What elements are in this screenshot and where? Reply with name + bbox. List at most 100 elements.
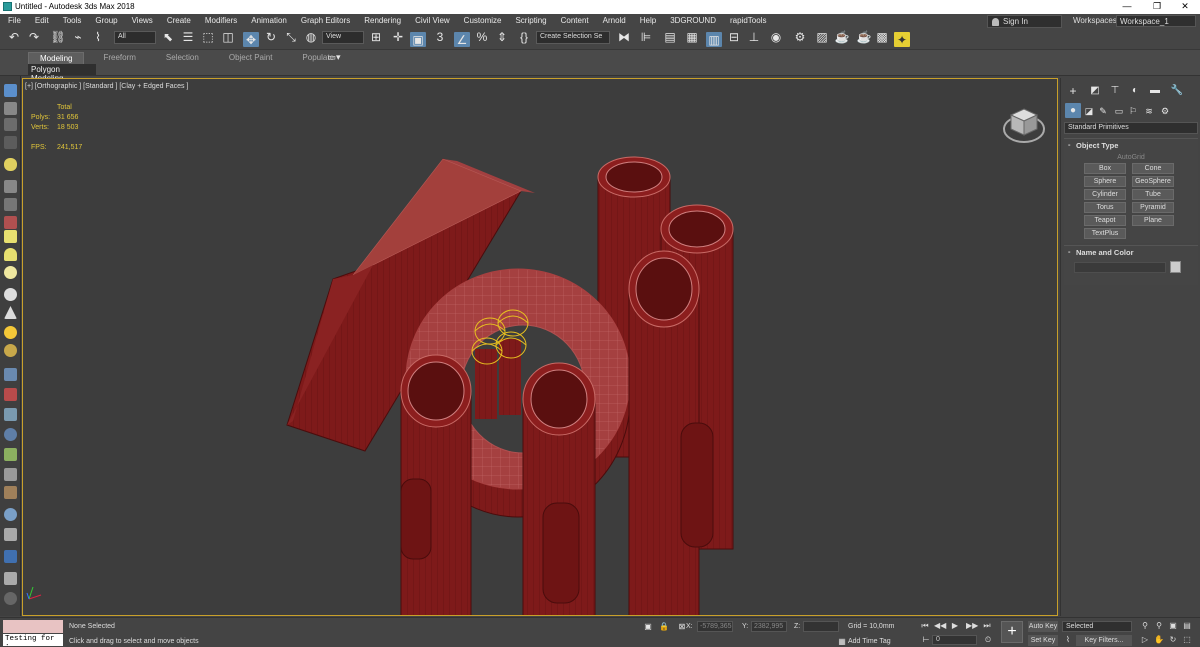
torus-icon[interactable] [4, 288, 17, 301]
ribbon-options-icon[interactable]: ▭▾ [326, 50, 342, 64]
layer-explorer-icon[interactable]: ▦ [684, 30, 700, 44]
menu-arnold[interactable]: Arnold [595, 14, 632, 25]
menu-help[interactable]: Help [632, 14, 662, 25]
motion-tab-icon[interactable]: ◐ [1127, 84, 1143, 98]
extra-tool-button[interactable]: ✦ [894, 32, 910, 47]
bind-spacewarp-icon[interactable]: ⌇ [90, 30, 106, 44]
render-setup-icon[interactable]: ⚙ [792, 30, 808, 44]
material-editor-icon[interactable]: ◉ [768, 30, 784, 44]
autogrid-checkbox[interactable]: AutoGrid [1064, 154, 1198, 161]
next-frame-icon[interactable]: ▶▶ [966, 621, 978, 631]
menu-create[interactable]: Create [159, 14, 197, 25]
snaps-toggle-icon[interactable]: 3 [432, 30, 448, 44]
spacewarps-icon[interactable]: ≋ [1141, 104, 1157, 118]
auto-key-button[interactable]: Auto Key [1028, 621, 1058, 632]
terrain-icon[interactable] [4, 486, 17, 499]
zoom-extents-all-icon[interactable]: ▤ [1182, 621, 1192, 631]
trash-icon[interactable] [4, 572, 17, 585]
named-selection-dropdown[interactable]: Create Selection Se [536, 31, 610, 44]
cylinder-button[interactable]: Cylinder [1084, 189, 1126, 200]
goto-start-icon[interactable]: ⏮ [920, 621, 930, 631]
minimize-button[interactable]: — [1112, 1, 1142, 13]
pyramid-button[interactable]: Pyramid [1132, 202, 1174, 213]
key-filters-button[interactable]: Key Filters... [1076, 635, 1132, 646]
object-name-field[interactable] [1074, 262, 1166, 273]
scene-canvas[interactable] [23, 79, 1058, 616]
maximize-button[interactable]: ❐ [1142, 1, 1172, 13]
key-set-dropdown[interactable]: Selected [1062, 621, 1132, 632]
tube-button[interactable]: Tube [1132, 189, 1174, 200]
lock-selection-icon[interactable]: 🔒 [656, 620, 672, 634]
pan-icon[interactable]: ✋ [1154, 635, 1164, 645]
create-tab-icon[interactable]: + [1065, 84, 1081, 98]
rendered-frame-icon[interactable]: ▨ [814, 30, 830, 44]
zoom-extents-icon[interactable]: ▣ [1168, 621, 1178, 631]
rotate-icon[interactable]: ↻ [263, 30, 279, 44]
schematic-view-icon[interactable]: ⊥ [746, 30, 762, 44]
orbit-icon[interactable]: ↻ [1168, 635, 1178, 645]
set-key-button[interactable]: Set Key [1028, 635, 1058, 646]
select-by-name-icon[interactable]: ☰ [180, 30, 196, 44]
cylinder-front-center[interactable] [522, 362, 596, 616]
spacewarp-icon[interactable] [4, 216, 17, 229]
play-icon[interactable]: ▶ [950, 621, 960, 631]
sphere-icon[interactable] [4, 266, 17, 279]
light-icon[interactable] [4, 158, 17, 171]
undo-icon[interactable]: ↶ [6, 30, 22, 44]
character-icon[interactable] [4, 468, 17, 481]
list-icon[interactable] [4, 118, 17, 131]
systems-icon[interactable]: ⚙ [1157, 104, 1173, 118]
menu-modifiers[interactable]: Modifiers [197, 14, 243, 25]
lights-icon[interactable]: ✎ [1095, 104, 1111, 118]
menu-scripting[interactable]: Scripting [507, 14, 552, 25]
default-tangent-icon[interactable]: ⌇ [1060, 633, 1076, 647]
time-config-icon[interactable]: ⏲ [980, 633, 996, 647]
primitive-category-dropdown[interactable]: Standard Primitives [1064, 122, 1198, 134]
object-type-header[interactable]: Object Type [1064, 139, 1198, 152]
scale-icon[interactable]: ⤡ [283, 30, 299, 44]
omni-icon[interactable] [4, 344, 17, 357]
cone-button[interactable]: Cone [1132, 163, 1174, 174]
ribbon-toggle[interactable]: ▥ [706, 32, 722, 47]
percent-snap-icon[interactable]: % [474, 30, 490, 44]
pivot-center-icon[interactable]: ⊞ [368, 30, 384, 44]
spinner-snap-icon[interactable]: ⇕ [494, 30, 510, 44]
menu-edit[interactable]: Edit [27, 14, 55, 25]
globe-icon[interactable] [4, 428, 17, 441]
edit-named-selection-icon[interactable]: {} [516, 30, 532, 44]
helpers-icon[interactable]: ⚐ [1125, 104, 1141, 118]
render-icon[interactable] [4, 550, 17, 563]
zoom-all-icon[interactable]: ⚲ [1154, 621, 1164, 631]
keyboard-shortcut-toggle[interactable]: ▣ [410, 32, 426, 47]
settings-icon[interactable] [4, 592, 17, 605]
ribbon-tab-selection[interactable]: Selection [155, 52, 210, 65]
unlink-icon[interactable]: ⌁ [70, 30, 86, 44]
add-time-tag-button[interactable]: Add Time Tag [848, 638, 891, 645]
textplus-button[interactable]: TextPlus [1084, 228, 1126, 239]
menu-animation[interactable]: Animation [243, 14, 293, 25]
field-of-view-icon[interactable]: ▷ [1140, 635, 1150, 645]
close-button[interactable]: ✕ [1170, 1, 1200, 13]
select-object-icon[interactable]: ⬉ [160, 30, 176, 44]
y-coordinate-field[interactable]: 2382,995 [751, 621, 787, 632]
x-coordinate-field[interactable]: -5789,365 [697, 621, 733, 632]
box-tool-icon[interactable] [4, 230, 17, 243]
maxscript-input[interactable]: Testing for : [3, 634, 63, 647]
geometry-category[interactable]: ● [1065, 103, 1081, 118]
camera-icon[interactable] [4, 180, 17, 193]
window-crossing-icon[interactable]: ◫ [220, 30, 236, 44]
previous-frame-icon[interactable]: ◀◀ [934, 621, 946, 631]
bone-icon[interactable] [4, 408, 17, 421]
workspace-dropdown[interactable]: Workspace_1 [1116, 15, 1196, 27]
current-frame-field[interactable]: 0 [932, 635, 977, 645]
modify-tab-icon[interactable]: ◩ [1087, 84, 1103, 98]
selection-filter-dropdown[interactable]: All [114, 31, 156, 44]
utilities-tab-icon[interactable]: 🔧 [1169, 84, 1185, 98]
particle-icon[interactable] [4, 368, 17, 381]
polygon-modeling-panel[interactable]: Polygon Modeling [28, 64, 96, 83]
scatter-icon[interactable] [4, 528, 17, 541]
display-tab-icon[interactable]: ▬ [1147, 84, 1163, 98]
tree-icon[interactable] [4, 448, 17, 461]
dome-icon[interactable] [4, 248, 17, 261]
mirror-icon[interactable]: ⧓ [616, 30, 632, 44]
